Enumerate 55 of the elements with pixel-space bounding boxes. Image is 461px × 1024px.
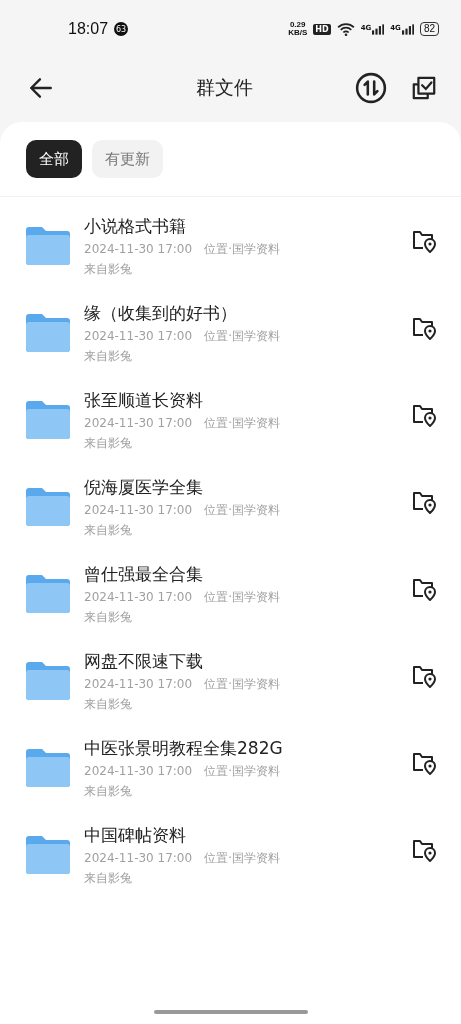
multi-select-icon[interactable]: [411, 75, 437, 101]
folder-source: 来自影兔: [84, 609, 133, 626]
signal-icon: [401, 23, 414, 35]
folder-source: 来自影兔: [84, 696, 133, 713]
folder-date: 2024-11-30 17:00: [84, 763, 193, 780]
back-arrow-icon[interactable]: [28, 75, 54, 101]
folder-location: 位置·国学资料: [204, 415, 280, 432]
folder-location: 位置·国学资料: [204, 241, 280, 258]
filter-tab[interactable]: 有更新: [92, 140, 163, 178]
sort-icon[interactable]: [355, 72, 387, 104]
folder-location-icon[interactable]: [411, 403, 437, 427]
folder-date: 2024-11-30 17:00: [84, 850, 193, 867]
folder-name[interactable]: 曾仕强最全合集: [84, 561, 411, 587]
folder-name[interactable]: 小说格式书籍: [84, 213, 411, 239]
folder-name[interactable]: 倪海厦医学全集: [84, 474, 411, 500]
folder-source: 来自影兔: [84, 435, 133, 452]
folder-location-icon[interactable]: [411, 229, 437, 253]
folder-date: 2024-11-30 17:00: [84, 676, 193, 693]
folder-source: 来自影兔: [84, 348, 133, 365]
hd-badge: HD: [313, 23, 331, 35]
folder-location: 位置·国学资料: [204, 850, 280, 867]
folder-location-icon[interactable]: [411, 316, 437, 340]
signal-icon: [372, 23, 385, 35]
folder-location-icon[interactable]: [411, 664, 437, 688]
folder-date: 2024-11-30 17:00: [84, 415, 193, 432]
folder-date: 2024-11-30 17:00: [84, 502, 193, 519]
network-speed-unit: KB/S: [288, 29, 308, 37]
network-speed: 0.29: [289, 21, 306, 29]
folder-name[interactable]: 缘（收集到的好书）: [84, 300, 411, 326]
page-title: 群文件: [195, 75, 254, 100]
filter-tab[interactable]: 全部: [26, 140, 82, 178]
folder-location: 位置·国学资料: [204, 589, 280, 606]
folder-location-icon[interactable]: [411, 577, 437, 601]
wifi-icon: [336, 22, 355, 36]
folder-name[interactable]: 网盘不限速下载: [84, 648, 411, 674]
notification-badge: 63: [114, 22, 129, 36]
status-time: 18:07: [68, 20, 109, 38]
folder-name[interactable]: 中国碑帖资料: [84, 822, 411, 848]
folder-name[interactable]: 中医张景明教程全集282G: [84, 735, 411, 761]
folder-location: 位置·国学资料: [204, 676, 280, 693]
folder-date: 2024-11-30 17:00: [84, 589, 193, 606]
folder-location: 位置·国学资料: [204, 502, 280, 519]
folder-source: 来自影兔: [84, 522, 133, 539]
battery-indicator: 82: [419, 22, 439, 36]
folder-location-icon[interactable]: [411, 838, 437, 862]
folder-location: 位置·国学资料: [204, 328, 280, 345]
folder-date: 2024-11-30 17:00: [84, 241, 193, 258]
folder-location-icon[interactable]: [411, 490, 437, 514]
folder-location-icon[interactable]: [411, 751, 437, 775]
folder-source: 来自影兔: [84, 870, 133, 887]
folder-source: 来自影兔: [84, 261, 133, 278]
folder-date: 2024-11-30 17:00: [84, 328, 193, 345]
folder-location: 位置·国学资料: [204, 763, 280, 780]
folder-name[interactable]: 张至顺道长资料: [84, 387, 411, 413]
folder-source: 来自影兔: [84, 783, 133, 800]
